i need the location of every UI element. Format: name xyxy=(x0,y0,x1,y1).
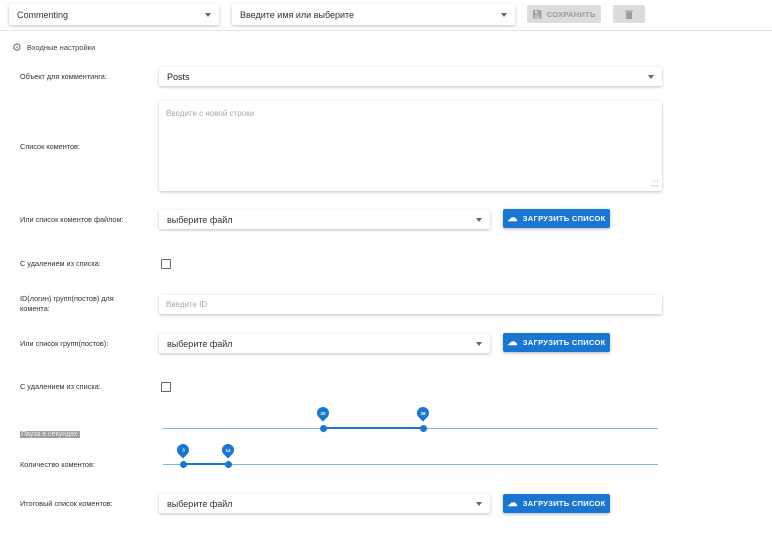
account-select[interactable]: Введите имя или выберите xyxy=(232,4,515,25)
pause-max-value: 38 xyxy=(420,410,426,416)
groups-file-value: выберите файл xyxy=(167,338,233,349)
pause-max-value-bubble: 38 xyxy=(414,404,432,422)
count-min-value: 3 xyxy=(181,447,185,453)
pause-label: Пауза в секундах: xyxy=(20,423,81,441)
floppy-disk-icon: 💾︎ xyxy=(532,9,543,19)
groups-file-label: Или список групп(постов): xyxy=(20,339,109,348)
delete-from-list-checkbox[interactable] xyxy=(161,259,171,269)
pause-min-value-bubble: 20 xyxy=(314,404,332,422)
chevron-down-icon xyxy=(501,12,507,17)
gear-icon: ⚙ xyxy=(12,42,22,54)
pause-slider-max-thumb[interactable] xyxy=(420,425,427,432)
group-ids-placeholder: Введите ID xyxy=(166,300,208,309)
comments-placeholder: Введите с новой строки xyxy=(166,109,255,118)
count-slider-max-thumb[interactable] xyxy=(225,461,232,468)
delete-from-list-label: С удалением из списка: xyxy=(20,259,101,268)
cloud-upload-icon: ☁ xyxy=(507,498,518,509)
group-ids-label: ID(логин) групп(постов) для комента: xyxy=(20,294,114,313)
delete-from-list-label-2: С удалением из списка: xyxy=(20,382,101,391)
comments-file-select[interactable]: выберите файл xyxy=(159,210,490,229)
section-header: ⚙ Входные настройки xyxy=(12,41,95,54)
count-slider-min-thumb[interactable] xyxy=(180,461,187,468)
upload-comments-button[interactable]: ☁ ЗАГРУЗИТЬ СПИСОК xyxy=(503,209,610,228)
count-min-value-bubble: 3 xyxy=(174,441,192,459)
mode-select[interactable]: Commenting xyxy=(9,4,219,25)
chevron-down-icon xyxy=(476,501,482,506)
resize-grip-icon[interactable]: ⠠⠤ ⠤⠤ xyxy=(650,178,659,189)
section-title: Входные настройки xyxy=(26,43,96,52)
chevron-down-icon xyxy=(476,217,482,222)
groups-file-select[interactable]: выберите файл xyxy=(159,334,490,353)
comments-file-label: Или список коментов файлом: xyxy=(20,215,124,224)
delete-from-list-checkbox-2[interactable] xyxy=(161,382,171,392)
object-label: Объект для комментинга: xyxy=(20,72,107,81)
final-file-select[interactable]: выберите файл xyxy=(159,494,490,513)
trash-icon xyxy=(625,10,633,19)
pause-min-value: 20 xyxy=(320,410,326,416)
comments-textarea[interactable]: Введите с новой строки ⠠⠤ ⠤⠤ xyxy=(159,101,662,191)
cloud-upload-icon: ☁ xyxy=(507,213,518,224)
count-label: Количество коментов: xyxy=(20,460,95,469)
comments-label: Список коментов: xyxy=(20,142,80,151)
upload-button-label: ЗАГРУЗИТЬ СПИСОК xyxy=(522,214,606,223)
chevron-down-icon xyxy=(205,12,211,17)
comments-file-value: выберите файл xyxy=(167,214,233,225)
upload-groups-button[interactable]: ☁ ЗАГРУЗИТЬ СПИСОК xyxy=(503,333,610,352)
final-file-value: выберите файл xyxy=(167,498,233,509)
count-slider-range xyxy=(183,463,228,465)
pause-label-text: Пауза в секундах: xyxy=(20,431,81,438)
count-max-value: 14 xyxy=(225,447,231,453)
count-max-value-bubble: 14 xyxy=(219,441,237,459)
mode-select-value: Commenting xyxy=(17,9,69,20)
save-button-label: СОХРАНИТЬ xyxy=(546,9,596,19)
group-ids-input[interactable]: Введите ID xyxy=(159,295,662,314)
upload-button-label: ЗАГРУЗИТЬ СПИСОК xyxy=(522,338,606,347)
upload-final-button[interactable]: ☁ ЗАГРУЗИТЬ СПИСОК xyxy=(503,494,610,513)
object-select-value: Posts xyxy=(167,71,190,82)
object-select[interactable]: Posts xyxy=(159,67,662,86)
pause-slider-range xyxy=(323,427,423,429)
pause-slider-min-thumb[interactable] xyxy=(320,425,327,432)
save-button[interactable]: 💾︎ СОХРАНИТЬ xyxy=(527,5,601,23)
delete-button[interactable] xyxy=(613,5,645,23)
upload-button-label: ЗАГРУЗИТЬ СПИСОК xyxy=(522,499,606,508)
toolbar-divider xyxy=(0,30,772,31)
cloud-upload-icon: ☁ xyxy=(507,337,518,348)
account-select-placeholder: Введите имя или выберите xyxy=(240,9,355,20)
chevron-down-icon xyxy=(476,341,482,346)
final-list-label: Итоговый список коментов: xyxy=(20,499,113,508)
chevron-down-icon xyxy=(648,74,654,79)
count-slider-track[interactable] xyxy=(163,464,658,465)
